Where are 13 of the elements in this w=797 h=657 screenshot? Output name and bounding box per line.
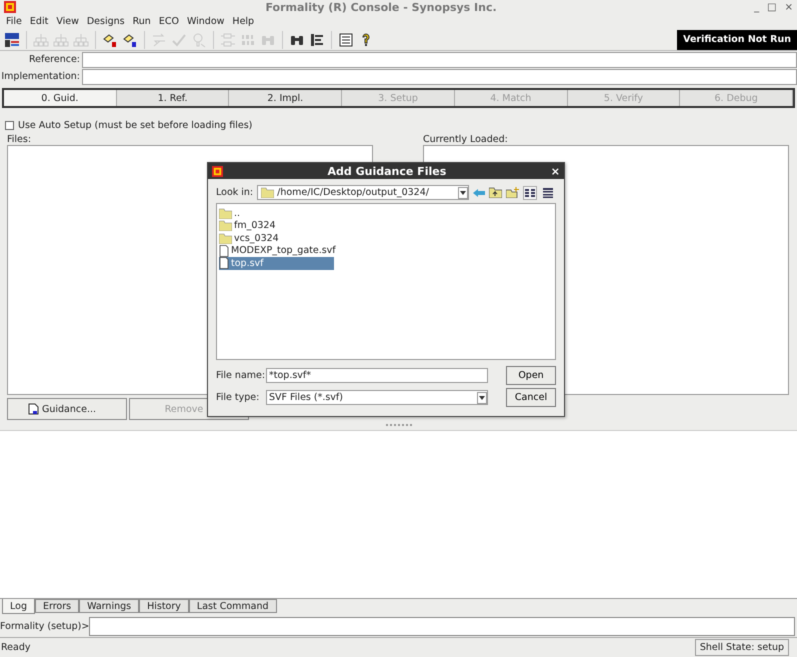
loaded-label: Currently Loaded:	[423, 134, 509, 145]
field-label: Reference:	[28, 54, 81, 65]
shell-state: Shell State: setup	[694, 639, 789, 656]
status-message: Ready	[1, 642, 30, 653]
prompt-label: Formality (setup)>	[0, 621, 90, 632]
field-label: Implementation:	[0, 71, 81, 82]
verification-status-badge: Verification Not Run	[677, 30, 797, 50]
checkbox-label: Use Auto Setup (must be set before loading files)	[18, 120, 252, 131]
dialog-title: Add Guidance Files	[326, 164, 448, 178]
files-label: Files:	[7, 134, 32, 145]
window-title: Formality (R) Console - Synopsys Inc.	[264, 0, 498, 14]
look-in-label: Look in:	[216, 187, 254, 198]
file-name-label: File name:	[216, 370, 262, 381]
